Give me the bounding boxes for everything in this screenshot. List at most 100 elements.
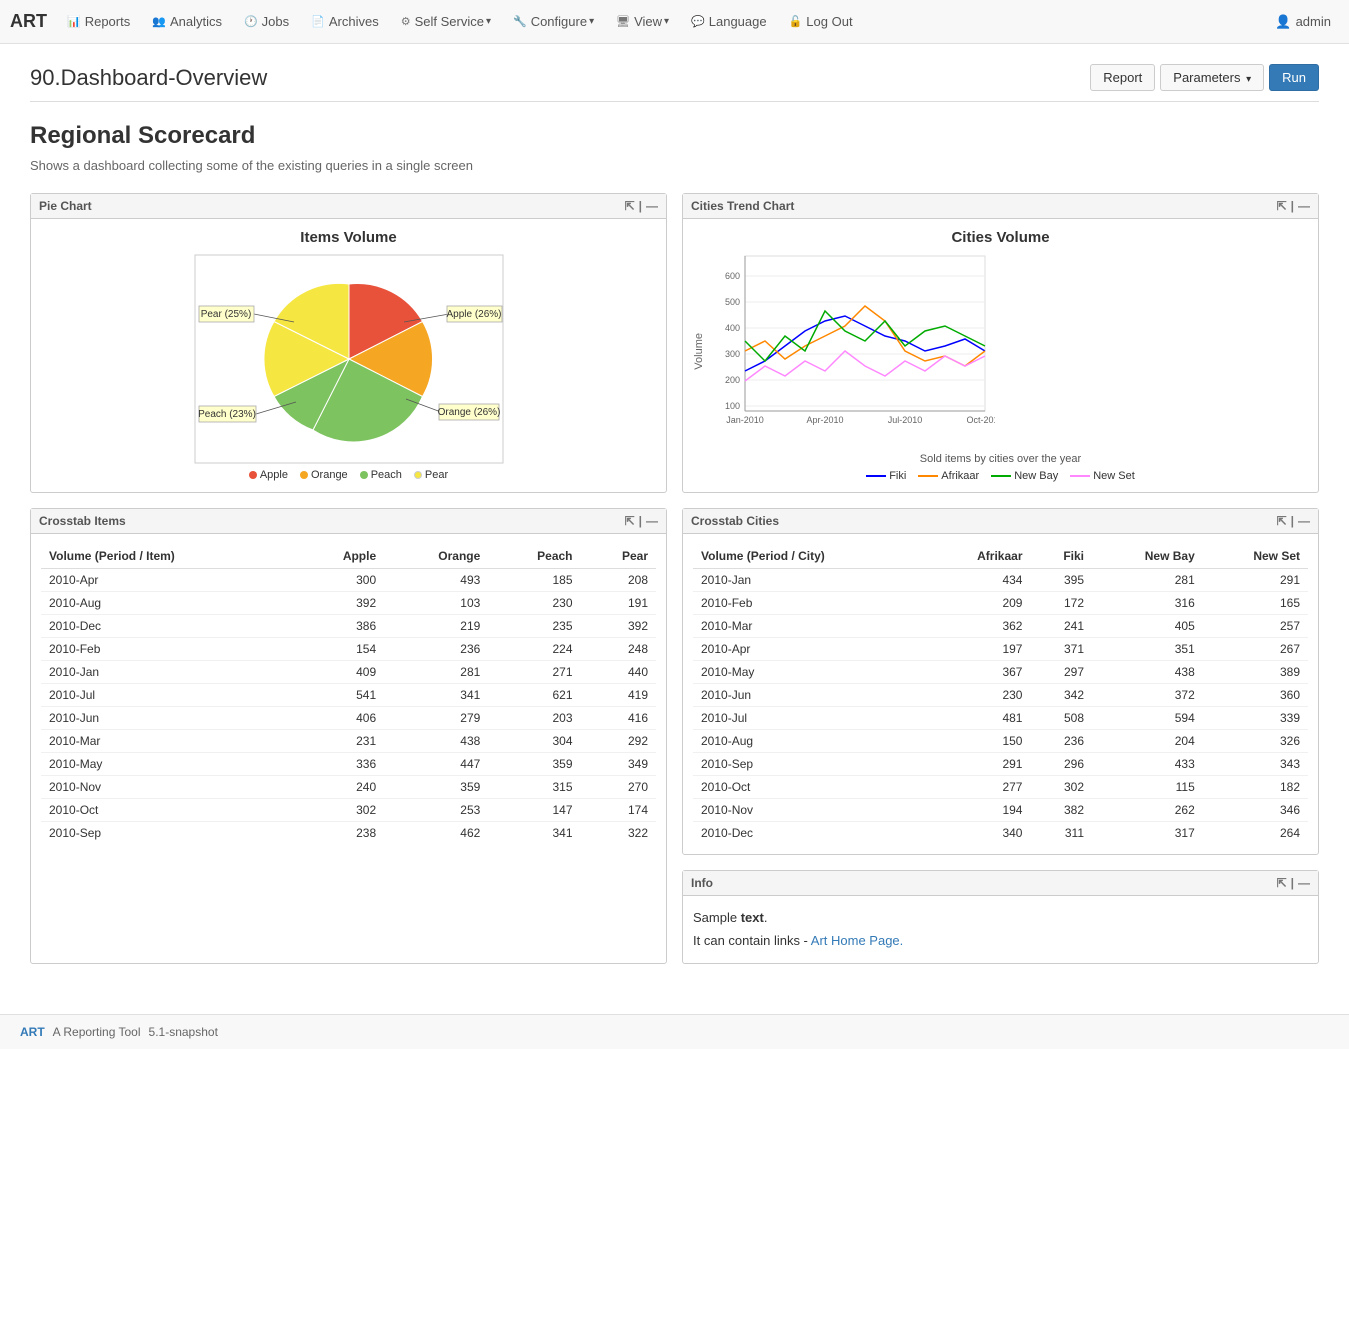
nav-configure[interactable]: 🔧 Configure ▾ [503,10,604,33]
table-cell: 2010-Feb [693,592,928,615]
table-cell: 336 [296,753,385,776]
pie-chart-widget: Pie Chart ⇱ | — Items Volume [30,193,667,493]
info-body: Sample text. It can contain links - Art … [683,896,1318,963]
crosstab-cities-controls[interactable]: ⇱ | — [1277,514,1310,528]
report-description: Shows a dashboard collecting some of the… [30,158,1319,173]
admin-user[interactable]: 👤 admin [1267,10,1339,34]
nav-reports[interactable]: 📊 Reports [57,10,140,33]
svg-text:Oct-2010: Oct-2010 [966,415,995,425]
reports-icon: 📊 [67,15,81,28]
table-cell: 150 [928,730,1031,753]
table-row: 2010-Aug150236204326 [693,730,1308,753]
table-cell: 191 [581,592,656,615]
table-cell: 2010-May [693,661,928,684]
table-cell: 392 [581,615,656,638]
table-cell: 2010-Oct [693,776,928,799]
info-minimize-icon[interactable]: — [1298,876,1310,890]
table-cell: 349 [581,753,656,776]
crosstab-cities-maximize-icon[interactable]: ⇱ [1277,514,1287,528]
table-cell: 2010-Jun [41,707,296,730]
table-cell: 197 [928,638,1031,661]
pie-chart-svg: Apple (26%) Pear (25%) Peach (23%) Orang… [194,254,504,464]
table-cell: 440 [581,661,656,684]
info-link[interactable]: Art Home Page. [811,933,904,948]
crosstab-items-minimize-icon[interactable]: — [646,514,658,528]
fiki-line-color [866,475,886,477]
table-cell: 433 [1092,753,1203,776]
table-cell: 271 [488,661,580,684]
info-controls[interactable]: ⇱ | — [1277,876,1310,890]
view-icon: 🖥 [616,15,630,28]
cities-chart-header: Cities Trend Chart ⇱ | — [683,194,1318,219]
nav-analytics[interactable]: 👥 Analytics [142,10,232,33]
pie-minimize-icon[interactable]: — [646,199,658,213]
orange-label: Orange [311,469,348,481]
brand-logo[interactable]: ART [10,11,47,32]
crosstab-items-header: Crosstab Items ⇱ | — [31,509,666,534]
table-row: 2010-Jul481508594339 [693,707,1308,730]
legend-new-bay: New Bay [991,470,1058,482]
pie-chart-controls[interactable]: ⇱ | — [625,199,658,213]
svg-text:500: 500 [725,297,740,307]
crosstab-items-widget: Crosstab Items ⇱ | — Volume (Period / It… [30,508,667,964]
footer-brand[interactable]: ART [20,1025,45,1039]
table-cell: 462 [384,822,488,845]
nav-archives[interactable]: 📄 Archives [301,10,389,33]
parameters-button[interactable]: Parameters ▾ [1160,64,1264,91]
page-actions: Report Parameters ▾ Run [1090,64,1319,91]
table-cell: 2010-Aug [693,730,928,753]
table-cell: 416 [581,707,656,730]
table-cell: 2010-Nov [693,799,928,822]
table-row: 2010-Dec340311317264 [693,822,1308,845]
nav-self-service[interactable]: ⚙ Self Service ▾ [391,10,501,33]
parameters-dropdown-arrow: ▾ [1246,74,1251,85]
report-button[interactable]: Report [1090,64,1155,91]
pie-maximize-icon[interactable]: ⇱ [625,199,635,213]
run-button[interactable]: Run [1269,64,1319,91]
table-cell: 103 [384,592,488,615]
table-cell: 395 [1030,569,1092,592]
table-row: 2010-Jun230342372360 [693,684,1308,707]
table-cell: 231 [296,730,385,753]
table-cell: 2010-Jan [693,569,928,592]
crosstab-items-controls[interactable]: ⇱ | — [625,514,658,528]
orange-dot [300,471,308,479]
info-header: Info ⇱ | — [683,871,1318,896]
nav-language[interactable]: 💬 Language [681,10,777,33]
crosstab-cities-minimize-icon[interactable]: — [1298,514,1310,528]
nav-jobs[interactable]: 🕐 Jobs [234,10,299,33]
table-cell: 386 [296,615,385,638]
cities-maximize-icon[interactable]: ⇱ [1277,199,1287,213]
info-widget: Info ⇱ | — Sample text. It can contain l… [682,870,1319,964]
info-maximize-icon[interactable]: ⇱ [1277,876,1287,890]
crosstab-items-maximize-icon[interactable]: ⇱ [625,514,635,528]
cities-chart-controls[interactable]: ⇱ | — [1277,199,1310,213]
table-cell: 194 [928,799,1031,822]
pie-chart-header: Pie Chart ⇱ | — [31,194,666,219]
admin-icon: 👤 [1275,14,1291,30]
crosstab-items-table: Volume (Period / Item) Apple Orange Peac… [41,544,656,844]
table-cell: 541 [296,684,385,707]
cities-minimize-icon[interactable]: — [1298,199,1310,213]
pie-svg-container: Apple (26%) Pear (25%) Peach (23%) Orang… [41,254,656,464]
table-row: 2010-Jan434395281291 [693,569,1308,592]
table-row: 2010-Feb154236224248 [41,638,656,661]
col-apple: Apple [296,544,385,569]
view-dropdown-arrow: ▾ [664,16,669,27]
table-cell: 264 [1203,822,1308,845]
footer-desc: A Reporting Tool [53,1025,141,1039]
cities-chart-title: Cities Trend Chart [691,199,794,213]
pipe-separator: | [639,199,642,213]
col-new-set: New Set [1203,544,1308,569]
table-cell: 174 [581,799,656,822]
table-cell: 154 [296,638,385,661]
table-cell: 316 [1092,592,1203,615]
legend-afrikaar: Afrikaar [918,470,979,482]
table-cell: 508 [1030,707,1092,730]
self-service-dropdown-arrow: ▾ [486,16,491,27]
table-cell: 238 [296,822,385,845]
nav-view[interactable]: 🖥 View ▾ [606,10,679,33]
nav-logout[interactable]: 🔓 Log Out [779,10,863,33]
new-set-line-color [1070,475,1090,477]
table-cell: 248 [581,638,656,661]
